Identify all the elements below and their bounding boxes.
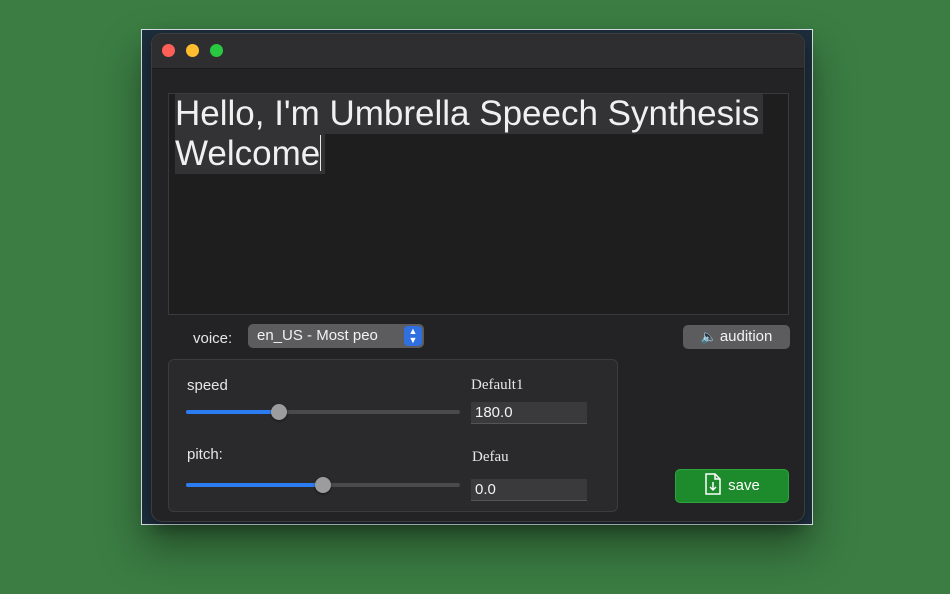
title-bar [152,34,804,69]
pitch-slider-knob[interactable] [315,477,331,493]
save-button[interactable]: save [675,469,789,503]
file-download-icon [705,473,721,495]
voice-select[interactable]: en_US - Most peo ▲ ▼ [248,324,424,348]
chevron-up-down-icon: ▲ ▼ [404,326,422,346]
editor-line: Hello, I'm Umbrella Speech Synthesis [175,94,764,134]
pitch-slider-fill [186,483,323,487]
speaker-icon: 🔈 [700,329,717,344]
text-caret [320,135,322,171]
voice-selected-value: en_US - Most peo [257,327,378,344]
speed-slider-fill [186,410,280,414]
pitch-label: pitch: [187,446,223,463]
voice-label: voice: [193,330,233,347]
zoom-window-button[interactable] [210,44,223,57]
pitch-value-field[interactable]: 0.0 [471,479,587,501]
app-window: Hello, I'm Umbrella Speech Synthesis Wel… [152,34,804,521]
save-label: save [728,477,760,494]
parameters-panel: speed Default1 180.0 pitch: Defau 0.0 [168,359,618,512]
close-window-button[interactable] [162,44,175,57]
pitch-default-caption: Defau [472,449,509,465]
speed-slider-knob[interactable] [271,404,288,420]
pitch-slider[interactable] [186,477,460,493]
speed-slider[interactable] [186,404,460,420]
speed-label: speed [187,377,228,394]
speed-value-field[interactable]: 180.0 [471,402,587,424]
speech-text-editor[interactable]: Hello, I'm Umbrella Speech Synthesis Wel… [168,93,789,315]
audition-label: audition [719,328,773,345]
editor-line: Welcome [175,134,326,174]
minimize-window-button[interactable] [186,44,199,57]
audition-button[interactable]: 🔈 audition [683,325,790,349]
speed-default-caption: Default1 [471,377,524,393]
